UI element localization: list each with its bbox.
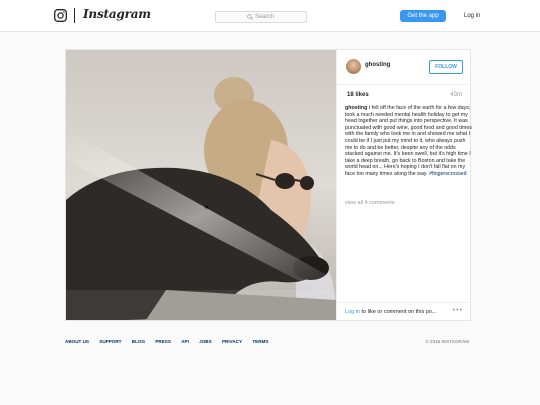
instagram-wordmark[interactable]: Instagram bbox=[83, 7, 151, 21]
login-link[interactable]: Log in bbox=[464, 11, 480, 21]
footer-link-api[interactable]: API bbox=[181, 339, 189, 344]
footer-link-terms[interactable]: TERMS bbox=[252, 339, 268, 344]
username-link[interactable]: ghosting bbox=[365, 62, 390, 68]
avatar[interactable] bbox=[346, 59, 361, 74]
footer-link-support[interactable]: SUPPORT bbox=[99, 339, 121, 344]
footer-link-blog[interactable]: BLOG bbox=[132, 339, 145, 344]
comment-prompt-text: to like or comment on this po... bbox=[360, 309, 437, 315]
instagram-camera-icon[interactable] bbox=[54, 9, 67, 22]
search-placeholder: Search bbox=[255, 14, 275, 20]
footer-link-about[interactable]: ABOUT US bbox=[65, 339, 89, 344]
footer-link-privacy[interactable]: PRIVACY bbox=[222, 339, 242, 344]
post-card: ghosting FOLLOW 18 likes 43m ghosting I … bbox=[65, 49, 473, 321]
post-timestamp: 43m bbox=[450, 92, 462, 98]
comment-login-link[interactable]: Log in bbox=[345, 309, 360, 315]
view-all-comments-link[interactable]: view all 4 comments bbox=[345, 200, 395, 206]
get-the-app-button[interactable]: Get the app bbox=[400, 10, 446, 22]
footer-link-press[interactable]: PRESS bbox=[155, 339, 171, 344]
copyright-text: © 2016 INSTAGRAM bbox=[425, 339, 469, 344]
caption-username[interactable]: ghosting bbox=[345, 105, 367, 111]
post-sidebar: ghosting FOLLOW 18 likes 43m ghosting I … bbox=[336, 50, 473, 321]
search-icon bbox=[247, 14, 253, 20]
footer-link-jobs[interactable]: JOBS bbox=[199, 339, 212, 344]
search-input[interactable]: Search bbox=[215, 11, 307, 23]
photo-illustration bbox=[66, 50, 336, 320]
hashtag-link[interactable]: #fingerscrossed bbox=[429, 171, 466, 177]
comment-prompt: Log in to like or comment on this po... bbox=[345, 309, 436, 315]
footer: ABOUT US SUPPORT BLOG PRESS API JOBS PRI… bbox=[65, 339, 469, 349]
comment-bar: Log in to like or comment on this po... … bbox=[337, 302, 471, 321]
post-photo[interactable] bbox=[66, 50, 336, 320]
caption-text: I fell off the face of the earth for a f… bbox=[345, 105, 472, 177]
likes-count[interactable]: 18 likes bbox=[347, 92, 369, 98]
top-navigation-bar: Instagram Search Get the app Log in bbox=[0, 0, 540, 32]
post-header: ghosting FOLLOW bbox=[337, 50, 471, 85]
more-options-icon[interactable]: ••• bbox=[453, 307, 463, 314]
post-caption: ghosting I fell off the face of the eart… bbox=[345, 105, 473, 178]
follow-button[interactable]: FOLLOW bbox=[429, 60, 463, 74]
logo-divider bbox=[74, 8, 75, 23]
